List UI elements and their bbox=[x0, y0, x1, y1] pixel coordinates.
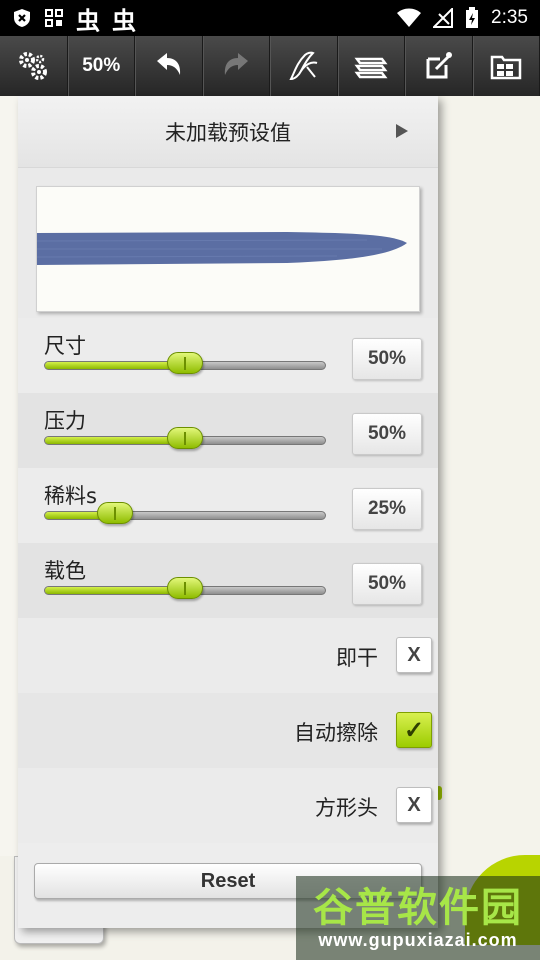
undo-icon bbox=[156, 53, 180, 75]
checkbox[interactable]: X bbox=[396, 787, 432, 823]
slider-value[interactable]: 50% bbox=[352, 338, 422, 380]
slider-label: 压力 bbox=[44, 409, 86, 433]
play-arrow-icon bbox=[396, 124, 408, 138]
zoom-button[interactable]: 50% bbox=[67, 36, 135, 96]
gears-icon bbox=[19, 52, 48, 80]
slider-value[interactable]: 25% bbox=[352, 488, 422, 530]
slider-thumb[interactable] bbox=[167, 352, 203, 374]
preset-label: 未加载预设值 bbox=[165, 120, 291, 145]
slider-fill bbox=[45, 587, 185, 594]
top-toolbar: 50% bbox=[0, 36, 540, 96]
slider-value[interactable]: 50% bbox=[352, 563, 422, 605]
export-button[interactable] bbox=[405, 36, 473, 96]
slider-thinner: 稀料s 25% bbox=[18, 468, 438, 543]
undo-button[interactable] bbox=[135, 36, 203, 96]
toggle-square-head[interactable]: 方形头 X bbox=[18, 768, 438, 843]
preset-selector[interactable]: 未加载预设值 bbox=[18, 96, 438, 168]
zoom-level: 50% bbox=[82, 55, 121, 76]
grid-app-icon bbox=[45, 9, 63, 27]
slider-label: 尺寸 bbox=[44, 334, 86, 358]
slider-thumb[interactable] bbox=[167, 577, 203, 599]
shield-icon bbox=[14, 9, 30, 27]
no-signal-icon bbox=[433, 8, 454, 28]
clock: 2:35 bbox=[491, 7, 528, 28]
settings-button[interactable] bbox=[0, 36, 68, 96]
layers-icon bbox=[354, 57, 388, 79]
toggle-instant-dry[interactable]: 即干 X bbox=[18, 618, 438, 693]
bug-notification-icon: 虫 bbox=[76, 6, 100, 35]
watermark-url: www.gupuxiazai.com bbox=[318, 929, 518, 950]
brush-stroke-preview bbox=[37, 232, 407, 265]
slider-track[interactable] bbox=[44, 511, 326, 520]
toggle-auto-clean[interactable]: 自动擦除 ✓ bbox=[18, 693, 438, 768]
folder-icon bbox=[491, 55, 522, 80]
slider-loading: 载色 50% bbox=[18, 543, 438, 618]
watermark-title: 谷普软件园 bbox=[313, 884, 523, 931]
slider-size: 尺寸 50% bbox=[18, 318, 438, 393]
toggle-label: 方形头 bbox=[315, 796, 378, 820]
gallery-button[interactable] bbox=[472, 36, 540, 96]
slider-fill bbox=[45, 437, 185, 444]
checkbox[interactable]: ✓ bbox=[396, 712, 432, 748]
watermark: 谷普软件园 www.gupuxiazai.com bbox=[296, 876, 540, 960]
checkbox[interactable]: X bbox=[396, 637, 432, 673]
canvas-area-left bbox=[0, 96, 18, 856]
slider-label: 载色 bbox=[44, 559, 86, 583]
status-bar: 虫 虫 2:35 bbox=[0, 0, 540, 36]
wifi-icon bbox=[397, 8, 422, 27]
slider-fill bbox=[45, 362, 185, 369]
layers-button[interactable] bbox=[337, 36, 405, 96]
slider-label: 稀料s bbox=[44, 484, 97, 508]
toggle-label: 即干 bbox=[336, 646, 378, 670]
brush-preview bbox=[36, 186, 420, 312]
redo-icon bbox=[225, 53, 249, 75]
brush-tool-button[interactable] bbox=[270, 36, 338, 96]
brush-settings-panel: 未加载预设值 尺寸 50% 压力 50% 稀料s 25% 载色 50% 即干 X… bbox=[18, 96, 438, 928]
bug-notification-icon: 虫 bbox=[112, 6, 136, 35]
slider-value[interactable]: 50% bbox=[352, 413, 422, 455]
battery-charging-icon bbox=[466, 7, 479, 28]
slider-thumb[interactable] bbox=[167, 427, 203, 449]
slider-thumb[interactable] bbox=[96, 502, 133, 524]
brush-icon bbox=[289, 51, 318, 81]
slider-pressure: 压力 50% bbox=[18, 393, 438, 468]
redo-button[interactable] bbox=[202, 36, 270, 96]
canvas-area[interactable] bbox=[440, 96, 540, 960]
toggle-label: 自动擦除 bbox=[294, 721, 378, 745]
brush-preview-area bbox=[18, 168, 438, 318]
export-icon bbox=[426, 52, 452, 79]
